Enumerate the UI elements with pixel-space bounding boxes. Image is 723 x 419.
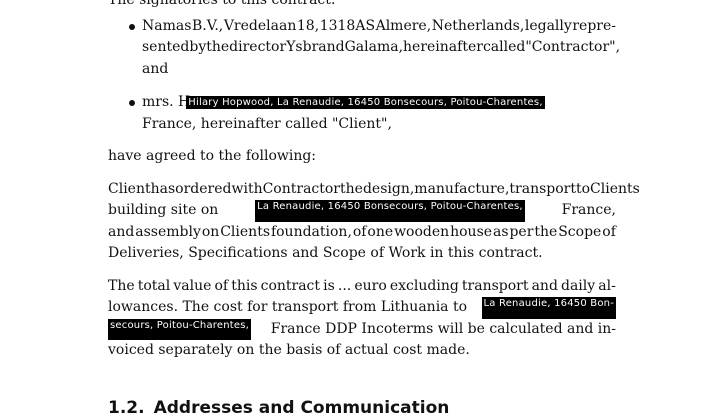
word: legally (524, 17, 572, 34)
word: to (575, 180, 591, 197)
section-title: Addresses and Communication (153, 397, 450, 418)
word: called (482, 39, 526, 55)
word: of (352, 223, 367, 240)
value-line-2-start: lowances. The cost for transport from Li… (108, 299, 468, 315)
order-line-4: Deliveries, Specifications and Scope of … (108, 245, 543, 261)
word: euro (354, 277, 387, 294)
word: Netherlands, (431, 17, 525, 34)
redacted-delivery-address-part-2: secours, Poitou-Charentes, (108, 318, 252, 340)
word: Contractor (262, 180, 341, 197)
word: daily (561, 277, 596, 294)
value-line-2: lowances. The cost for transport from Li… (108, 297, 616, 319)
word: Ysbrand (286, 39, 345, 55)
client-line-1: mrs. HHilary Hopwood, La Renaudie, 16450… (142, 92, 616, 114)
value-paragraph: The total value of this contract is... euro excl… (108, 276, 616, 362)
word: is (323, 277, 335, 294)
word: the (206, 39, 230, 55)
signatories-list: Namas B.V., Vredelaan 18, 1318AS Almere, Nethe… (108, 16, 620, 136)
word: 1318AS (319, 17, 376, 34)
word: Almere, (375, 17, 432, 34)
word: wooden (394, 223, 450, 240)
word: Client (108, 180, 151, 197)
value-line-3: secours, Poitou-Charentes, France DDP In… (108, 318, 616, 340)
word: and (108, 223, 135, 240)
word: on (201, 223, 220, 240)
contractor-line-1: Namas B.V., Vredelaan 18, 1318AS Almere, Nethe… (142, 16, 616, 38)
word: by (189, 39, 207, 55)
word: 18, (296, 17, 320, 34)
signatory-contractor: Namas B.V., Vredelaan 18, 1318AS Almere, Nethe… (108, 16, 620, 81)
value-line-3-end: France DDP Incoterms will be calculated … (270, 320, 616, 337)
word: with (231, 180, 263, 197)
contract-page: The signatories to this contract: Namas B… (108, 0, 640, 419)
word: house (450, 223, 493, 240)
client-name-prefix: mrs. H (142, 94, 191, 110)
contractor-line-2: sented by the director Ysbrand Galama, hereina… (142, 37, 620, 59)
value-line-1: The total value of this contract is... euro excl… (108, 276, 616, 298)
word: the (534, 223, 558, 240)
order-line-2-start: building site on (108, 202, 219, 218)
word: Vredelaan (223, 17, 297, 34)
bullet-icon (129, 100, 135, 106)
word: transport (461, 277, 529, 294)
word: as (492, 223, 509, 240)
word: Scope (558, 223, 602, 240)
word: sented (142, 39, 190, 55)
word: Namas (142, 17, 192, 34)
word: total (137, 277, 171, 294)
order-line-1: Client has ordered with Contractor the design,… (108, 179, 640, 201)
word: assembly (135, 223, 201, 240)
client-line-2: France, hereinafter called "Client", (142, 115, 392, 132)
word: B.V., (191, 17, 224, 34)
word: design, (362, 180, 415, 197)
word: repre- (572, 17, 616, 34)
order-line-2: building site on La Renaudie, 16450 Bons… (108, 200, 616, 222)
word: Galama, (344, 39, 404, 55)
word: ordered (175, 180, 232, 197)
word: "Contractor", (525, 39, 621, 55)
bullet-icon (129, 23, 135, 30)
order-line-2-end: France, (561, 202, 616, 218)
word: per (509, 223, 534, 240)
word: the (340, 180, 363, 197)
redacted-client-address: Hilary Hopwood, La Renaudie, 16450 Bonse… (186, 96, 545, 109)
section-number: 1.2. (108, 397, 145, 418)
order-paragraph: Client has ordered with Contractor the design,… (108, 179, 640, 265)
word: The (108, 277, 135, 294)
word: has (150, 180, 176, 197)
word: transport (509, 180, 576, 197)
value-line-4: voiced separately on the basis of actual… (108, 342, 470, 358)
word: hereinafter (403, 39, 483, 55)
word: this (231, 277, 258, 294)
word: of (214, 277, 229, 294)
word: Clients (590, 180, 640, 197)
word: contract (260, 277, 321, 294)
word: value (173, 277, 212, 294)
word: excluding (389, 277, 459, 294)
word: manufacture, (414, 180, 510, 197)
word: one (367, 223, 394, 240)
word: of (602, 223, 616, 240)
word: and (531, 277, 558, 294)
signatory-client: mrs. HHilary Hopwood, La Renaudie, 16450… (108, 92, 616, 135)
contractor-line-3: and (142, 60, 169, 77)
word: al- (598, 277, 616, 294)
word: foundation, (270, 223, 352, 240)
intro-text: The signatories to this contract: (108, 0, 336, 8)
agreed-text: have agreed to the following: (108, 148, 317, 164)
order-line-3: and assembly on Clients foundation, of one wood… (108, 222, 616, 244)
redacted-building-site: La Renaudie, 16450 Bonsecours, Poitou-Ch… (255, 200, 525, 222)
word: director (229, 39, 287, 55)
word: Clients (220, 223, 270, 240)
redacted-delivery-address-part-1: La Renaudie, 16450 Bon- (481, 297, 616, 319)
word: ... (337, 277, 352, 294)
